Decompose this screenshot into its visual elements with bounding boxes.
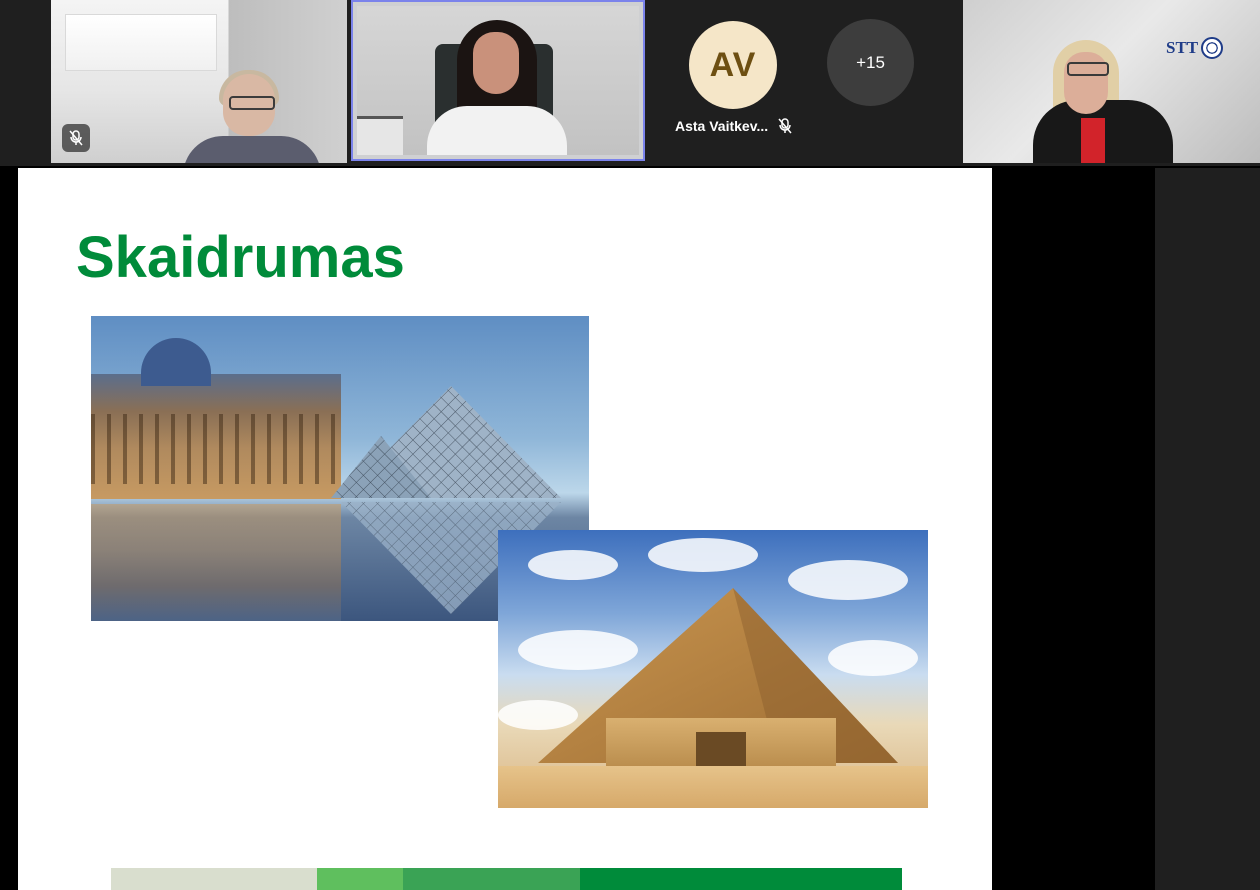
desert-sand bbox=[498, 766, 928, 808]
background-window bbox=[65, 14, 217, 71]
participant-video-tile[interactable] bbox=[51, 0, 347, 163]
cloud bbox=[528, 550, 618, 580]
giza-pyramid-photo bbox=[498, 530, 928, 808]
desk bbox=[357, 116, 403, 155]
window-edge bbox=[1155, 168, 1260, 890]
participant-shirt bbox=[1081, 118, 1105, 163]
speaker-video bbox=[357, 6, 639, 155]
participant-strip: AV Asta Vaitkev... +15 STT bbox=[0, 0, 1260, 166]
stage-margin bbox=[992, 168, 1155, 890]
palace-dome bbox=[141, 338, 211, 386]
mortuary-temple bbox=[606, 718, 836, 772]
water-reflection bbox=[91, 504, 341, 621]
cloud bbox=[648, 538, 758, 572]
participant-video-tile[interactable]: STT bbox=[963, 0, 1260, 163]
seal-icon bbox=[1201, 37, 1224, 59]
shared-presentation-slide: Skaidrumas bbox=[18, 168, 992, 890]
participant-glasses bbox=[229, 96, 275, 110]
speaker-jacket bbox=[427, 106, 567, 155]
more-participants-button[interactable]: +15 bbox=[827, 19, 914, 106]
palace-building bbox=[91, 374, 341, 499]
slide-title: Skaidrumas bbox=[76, 225, 405, 290]
mic-off-icon bbox=[778, 118, 792, 134]
participant-avatar[interactable]: AV bbox=[689, 21, 777, 109]
participant-body bbox=[183, 136, 321, 163]
participant-name: Asta Vaitkev... bbox=[675, 118, 769, 134]
participant-name-row: Asta Vaitkev... bbox=[675, 118, 792, 134]
active-speaker-tile[interactable] bbox=[351, 0, 645, 161]
logo-text: STT bbox=[1166, 38, 1199, 57]
speaker-face bbox=[473, 32, 519, 94]
color-segment bbox=[111, 868, 317, 890]
color-segment bbox=[580, 868, 902, 890]
muted-mic-badge bbox=[62, 124, 90, 152]
slide-color-bar bbox=[111, 868, 902, 890]
participant-glasses bbox=[1067, 62, 1109, 76]
organization-logo: STT bbox=[1166, 37, 1224, 59]
color-segment bbox=[317, 868, 403, 890]
mic-off-icon bbox=[69, 130, 83, 146]
color-segment bbox=[403, 868, 580, 890]
